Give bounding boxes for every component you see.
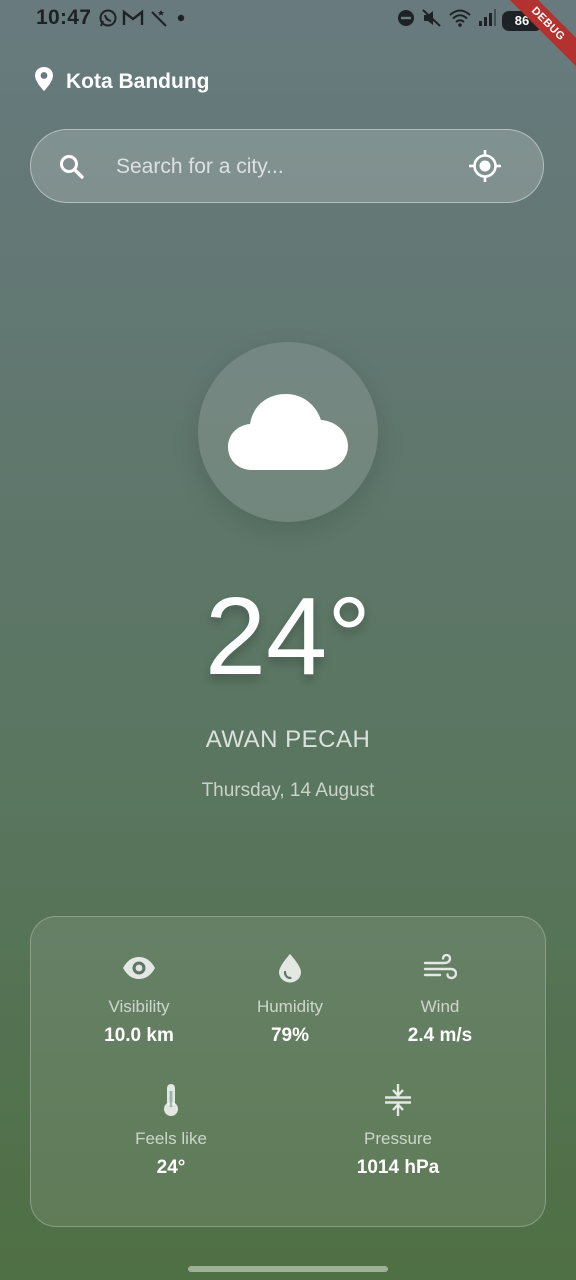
wifi-icon [448, 8, 472, 33]
location-name: Kota Bandung [66, 69, 210, 93]
status-time: 10:47 [36, 6, 92, 29]
whatsapp-icon [98, 8, 118, 33]
detail-label: Pressure [363, 1129, 433, 1148]
detail-feels-like: Feels like 24° [91, 1083, 251, 1179]
weather-details-card: Visibility 10.0 km Humidity 79% Wind 2.4… [30, 916, 546, 1227]
eye-icon [59, 951, 219, 985]
detail-label: Wind [420, 997, 460, 1016]
water-drop-icon [210, 951, 370, 985]
detail-wind: Wind 2.4 m/s [360, 951, 520, 1047]
detail-label: Humidity [256, 997, 324, 1016]
detail-humidity: Humidity 79% [210, 951, 370, 1047]
my-location-icon[interactable] [467, 148, 503, 184]
status-left-icons [98, 8, 188, 33]
weather-icon-circle [198, 342, 378, 522]
gmail-icon [122, 9, 144, 32]
cloud-icon [226, 390, 350, 479]
thermometer-icon [91, 1083, 251, 1117]
temperature: 24° [204, 575, 372, 698]
search-input[interactable] [114, 144, 448, 190]
location-pin-icon [34, 66, 54, 97]
home-indicator[interactable] [188, 1266, 388, 1272]
signal-icon [477, 8, 497, 33]
do-not-disturb-icon [396, 8, 416, 33]
mute-icon [421, 8, 443, 33]
dot-icon [174, 11, 188, 30]
search-bar[interactable] [30, 129, 544, 203]
pressure-icon [318, 1083, 478, 1117]
detail-pressure: Pressure 1014 hPa [318, 1083, 478, 1179]
search-icon[interactable] [57, 152, 87, 187]
weather-condition: AWAN PECAH [205, 726, 371, 753]
detail-value: 79% [270, 1025, 310, 1046]
weather-date: Thursday, 14 August [201, 780, 375, 801]
detail-value: 10.0 km [104, 1025, 174, 1046]
magic-wand-icon [148, 8, 170, 33]
status-right-icons: 86 [396, 8, 542, 33]
location-header: Kota Bandung [34, 66, 209, 97]
detail-visibility: Visibility 10.0 km [59, 951, 219, 1047]
detail-value: 1014 hPa [356, 1157, 440, 1178]
detail-value: 24° [156, 1157, 186, 1178]
wind-icon [360, 951, 520, 985]
detail-value: 2.4 m/s [407, 1025, 473, 1046]
status-bar: 10:47 86 [0, 0, 576, 38]
detail-label: Visibility [108, 997, 170, 1016]
detail-label: Feels like [135, 1129, 207, 1148]
